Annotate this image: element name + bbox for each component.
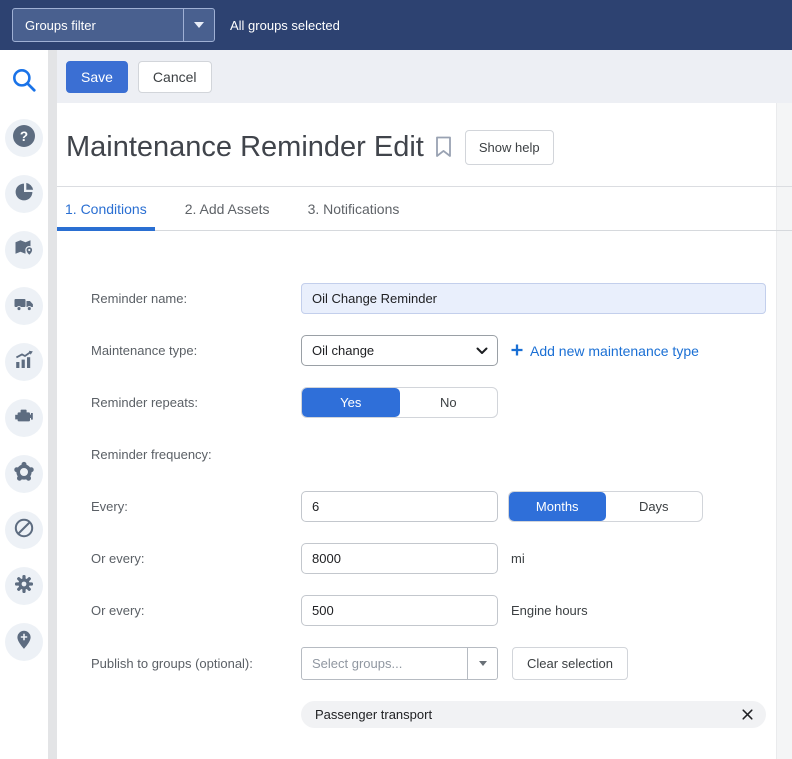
reminder-name-label: Reminder name: xyxy=(91,291,188,306)
truck-icon xyxy=(13,293,35,320)
chevron-down-icon xyxy=(476,343,488,358)
help-icon: ? xyxy=(12,124,36,153)
repeats-no-option[interactable]: No xyxy=(400,388,498,417)
search-icon xyxy=(10,66,38,99)
hub-gear-icon xyxy=(13,461,35,488)
remove-group-icon[interactable] xyxy=(742,709,753,720)
group-chip: Passenger transport xyxy=(301,701,766,728)
sidebar-item-maintenance[interactable] xyxy=(5,399,43,437)
no-entry-icon xyxy=(13,517,35,544)
groups-filter-arrow-button[interactable] xyxy=(184,22,214,28)
sidebar-item-location[interactable] xyxy=(5,623,43,661)
every-unit-toggle: Months Days xyxy=(508,491,703,522)
distance-unit-label: mi xyxy=(511,551,525,566)
maintenance-type-select[interactable]: Oil change xyxy=(301,335,498,366)
clear-selection-button[interactable]: Clear selection xyxy=(512,647,628,680)
sidebar-item-apps[interactable] xyxy=(5,455,43,493)
or-every-distance-input[interactable] xyxy=(301,543,498,574)
chart-icon xyxy=(13,349,35,376)
selected-groups-row: Passenger transport xyxy=(91,701,792,728)
save-button[interactable]: Save xyxy=(66,60,128,93)
top-bar: Groups filter All groups selected xyxy=(0,0,792,50)
or-every-hours-row: Or every: Engine hours xyxy=(91,595,792,626)
sidebar-divider-strip xyxy=(48,50,57,759)
pie-chart-icon xyxy=(13,181,35,208)
every-value-input[interactable] xyxy=(301,491,498,522)
map-icon xyxy=(13,237,35,264)
bookmark-icon[interactable] xyxy=(435,136,452,158)
sidebar-item-search[interactable] xyxy=(5,63,43,101)
location-pin-icon xyxy=(13,629,35,656)
reminder-frequency-label: Reminder frequency: xyxy=(91,447,212,462)
tab-conditions[interactable]: 1. Conditions xyxy=(57,187,155,231)
add-maintenance-type-link[interactable]: Add new maintenance type xyxy=(511,343,699,359)
title-row: Maintenance Reminder Edit Show help xyxy=(57,103,792,186)
maintenance-type-value: Oil change xyxy=(312,343,375,358)
sidebar-item-restrictions[interactable] xyxy=(5,511,43,549)
chip-indent xyxy=(91,701,301,728)
sidebar-item-help[interactable]: ? xyxy=(5,119,43,157)
sidebar-item-fleet[interactable] xyxy=(5,287,43,325)
reminder-frequency-row: Reminder frequency: xyxy=(91,439,792,470)
engine-icon xyxy=(13,405,35,432)
tab-add-assets[interactable]: 2. Add Assets xyxy=(177,187,278,230)
page-title: Maintenance Reminder Edit xyxy=(66,131,424,163)
unit-months-option[interactable]: Months xyxy=(509,492,606,521)
or-every-hours-label: Or every: xyxy=(91,603,145,618)
groups-selected-status: All groups selected xyxy=(230,17,340,33)
tab-bar: 1. Conditions 2. Add Assets 3. Notificat… xyxy=(57,186,792,231)
groups-filter-dropdown[interactable]: Groups filter xyxy=(12,8,215,42)
reminder-name-input[interactable] xyxy=(301,283,766,314)
chevron-down-icon xyxy=(194,22,204,28)
gear-icon xyxy=(13,573,35,600)
every-label: Every: xyxy=(91,499,128,514)
sidebar-item-settings[interactable] xyxy=(5,567,43,605)
conditions-form: Reminder name: Maintenance type: Oil cha… xyxy=(57,231,792,728)
group-chip-label: Passenger transport xyxy=(315,707,433,722)
or-every-hours-input[interactable] xyxy=(301,595,498,626)
app-shell: ? Save Cancel Maintenance Reminder Edit … xyxy=(0,50,792,759)
sidebar-item-dashboard[interactable] xyxy=(5,343,43,381)
sidebar-item-reports[interactable] xyxy=(5,175,43,213)
groups-filter-label: Groups filter xyxy=(25,17,96,33)
plus-icon xyxy=(511,343,523,359)
show-help-button[interactable]: Show help xyxy=(464,129,554,165)
action-toolbar: Save Cancel xyxy=(57,50,792,103)
groups-select-placeholder: Select groups... xyxy=(312,656,403,671)
hours-unit-label: Engine hours xyxy=(511,603,588,618)
publish-groups-label: Publish to groups (optional): xyxy=(91,656,253,671)
publish-groups-row: Publish to groups (optional): Select gro… xyxy=(91,647,792,680)
main-panel: Save Cancel Maintenance Reminder Edit Sh… xyxy=(57,50,792,759)
maintenance-type-label: Maintenance type: xyxy=(91,343,198,358)
or-every-distance-label: Or every: xyxy=(91,551,145,566)
reminder-repeats-toggle: Yes No xyxy=(301,387,498,418)
groups-select-arrow-button[interactable] xyxy=(468,661,497,666)
svg-text:?: ? xyxy=(20,129,28,144)
repeats-yes-option[interactable]: Yes xyxy=(302,388,400,417)
cancel-button[interactable]: Cancel xyxy=(137,60,212,93)
reminder-repeats-row: Reminder repeats: Yes No xyxy=(91,387,792,418)
or-every-distance-row: Or every: mi xyxy=(91,543,792,574)
sidebar-item-map[interactable] xyxy=(5,231,43,269)
add-maintenance-type-label: Add new maintenance type xyxy=(530,342,699,359)
every-row: Every: Months Days xyxy=(91,491,792,522)
unit-days-option[interactable]: Days xyxy=(606,492,703,521)
tab-notifications[interactable]: 3. Notifications xyxy=(300,187,408,230)
groups-select-dropdown[interactable]: Select groups... xyxy=(301,647,498,680)
reminder-name-row: Reminder name: xyxy=(91,283,792,314)
chevron-down-icon xyxy=(478,661,487,666)
reminder-repeats-label: Reminder repeats: xyxy=(91,395,198,410)
maintenance-type-row: Maintenance type: Oil change Add new mai… xyxy=(91,335,792,366)
sidebar-nav: ? xyxy=(0,50,48,759)
